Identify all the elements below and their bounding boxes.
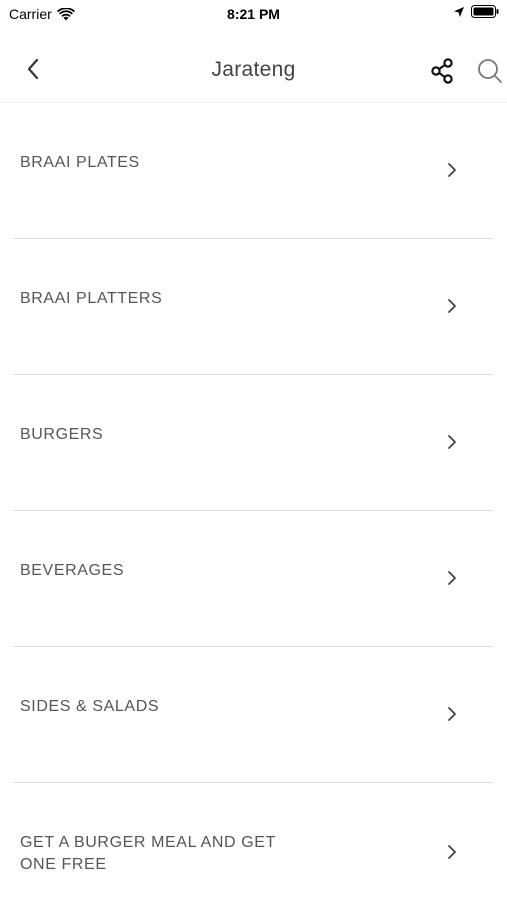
- category-label: GET A BURGER MEAL AND GET ONE FREE: [20, 834, 276, 873]
- chevron-right-icon: [448, 707, 456, 721]
- category-list: BRAAI PLATES BRAAI PLATTERS BURGERS BEVE…: [0, 103, 507, 919]
- share-icon: [431, 58, 453, 84]
- category-label: BRAAI PLATES: [20, 154, 140, 171]
- category-item-burger-meal-offer[interactable]: GET A BURGER MEAL AND GET ONE FREE: [0, 783, 507, 919]
- chevron-right-icon: [448, 845, 456, 859]
- chevron-right-icon: [448, 299, 456, 313]
- location-arrow-icon: [454, 6, 464, 17]
- status-indicators: [453, 5, 499, 18]
- battery-icon: [471, 5, 499, 18]
- search-button[interactable]: [476, 57, 504, 85]
- category-label: BRAAI PLATTERS: [20, 290, 163, 307]
- category-item-burgers[interactable]: BURGERS: [0, 375, 507, 511]
- chevron-right-icon: [448, 163, 456, 177]
- share-button[interactable]: [428, 56, 458, 86]
- search-icon: [478, 59, 502, 83]
- chevron-right-icon: [448, 435, 456, 449]
- category-label: SIDES & SALADS: [20, 698, 160, 715]
- category-item-sides-salads[interactable]: SIDES & SALADS: [0, 647, 507, 783]
- category-label: BURGERS: [20, 426, 104, 443]
- category-item-braai-platters[interactable]: BRAAI PLATTERS: [0, 239, 507, 375]
- navigation-bar: Jarateng: [0, 40, 507, 103]
- status-bar: Carrier 8:21 PM: [0, 0, 507, 28]
- clock: 8:21 PM: [227, 6, 280, 22]
- chevron-right-icon: [448, 571, 456, 585]
- category-item-beverages[interactable]: BEVERAGES: [0, 511, 507, 647]
- category-label: BEVERAGES: [20, 562, 125, 579]
- category-item-braai-plates[interactable]: BRAAI PLATES: [0, 103, 507, 239]
